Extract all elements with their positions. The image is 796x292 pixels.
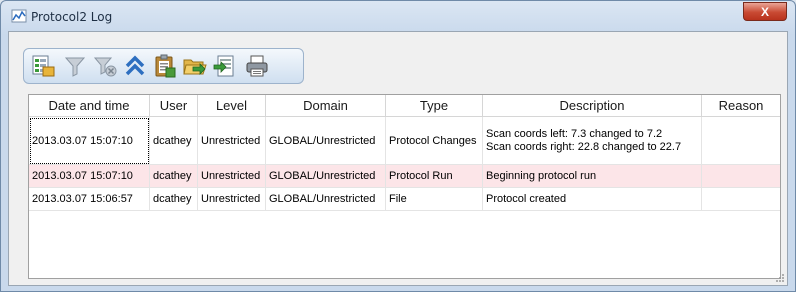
log-table: Date and time User Level Domain Type Des… <box>28 94 781 279</box>
cell-domain: GLOBAL/Unrestricted <box>265 116 386 165</box>
column-header-description[interactable]: Description <box>482 95 702 117</box>
description-line: Scan coords left: 7.3 changed to 7.2 <box>486 127 663 140</box>
cell-domain: GLOBAL/Unrestricted <box>265 164 386 188</box>
select-columns-icon[interactable] <box>30 53 56 79</box>
description-line: Scan coords right: 22.8 changed to 22.7 <box>486 140 682 153</box>
header-row: Date and time User Level Domain Type Des… <box>29 95 780 117</box>
cell-datetime: 2013.03.07 15:06:57 <box>29 187 150 211</box>
column-header-level[interactable]: Level <box>197 95 266 117</box>
table-row[interactable]: 2013.03.07 15:06:57 dcathey Unrestricted… <box>29 187 780 211</box>
column-header-type[interactable]: Type <box>385 95 483 117</box>
client-area: Date and time User Level Domain Type Des… <box>8 31 788 286</box>
column-header-user[interactable]: User <box>149 95 198 117</box>
cell-level: Unrestricted <box>197 116 266 165</box>
resize-grip-icon[interactable] <box>775 273 785 283</box>
title-bar[interactable]: Protocol2 Log X <box>1 1 795 31</box>
cell-type: Protocol Run <box>385 164 483 188</box>
table-row[interactable]: 2013.03.07 15:07:10 dcathey Unrestricted… <box>29 164 780 188</box>
column-header-datetime[interactable]: Date and time <box>29 95 150 117</box>
cell-domain: GLOBAL/Unrestricted <box>265 187 386 211</box>
print-icon[interactable] <box>244 53 270 79</box>
cell-description: Protocol created <box>482 187 702 211</box>
collapse-up-icon[interactable] <box>122 53 148 79</box>
window-title: Protocol2 Log <box>31 10 113 24</box>
app-chart-icon <box>11 9 27 23</box>
log-window: Protocol2 Log X Date and time User Level… <box>0 0 796 292</box>
table-row[interactable]: 2013.03.07 15:07:10 dcathey Unrestricted… <box>29 116 780 165</box>
filter-icon[interactable] <box>62 53 88 79</box>
close-button[interactable]: X <box>743 2 787 21</box>
cell-user: dcathey <box>149 187 198 211</box>
cell-reason <box>701 187 780 211</box>
cell-level: Unrestricted <box>197 164 266 188</box>
open-folder-icon[interactable] <box>182 53 208 79</box>
cell-user: dcathey <box>149 164 198 188</box>
clear-filter-icon[interactable] <box>92 53 118 79</box>
column-header-reason[interactable]: Reason <box>701 95 780 117</box>
cell-reason <box>701 164 780 188</box>
cell-reason <box>701 116 780 165</box>
cell-datetime: 2013.03.07 15:07:10 <box>29 116 150 165</box>
clipboard-icon[interactable] <box>152 53 178 79</box>
toolbar <box>23 48 304 84</box>
cell-level: Unrestricted <box>197 187 266 211</box>
cell-description: Beginning protocol run <box>482 164 702 188</box>
column-header-domain[interactable]: Domain <box>265 95 386 117</box>
export-icon[interactable] <box>212 53 238 79</box>
cell-type: File <box>385 187 483 211</box>
cell-datetime: 2013.03.07 15:07:10 <box>29 164 150 188</box>
cell-user: dcathey <box>149 116 198 165</box>
cell-description: Scan coords left: 7.3 changed to 7.2 Sca… <box>482 116 702 165</box>
cell-type: Protocol Changes <box>385 116 483 165</box>
